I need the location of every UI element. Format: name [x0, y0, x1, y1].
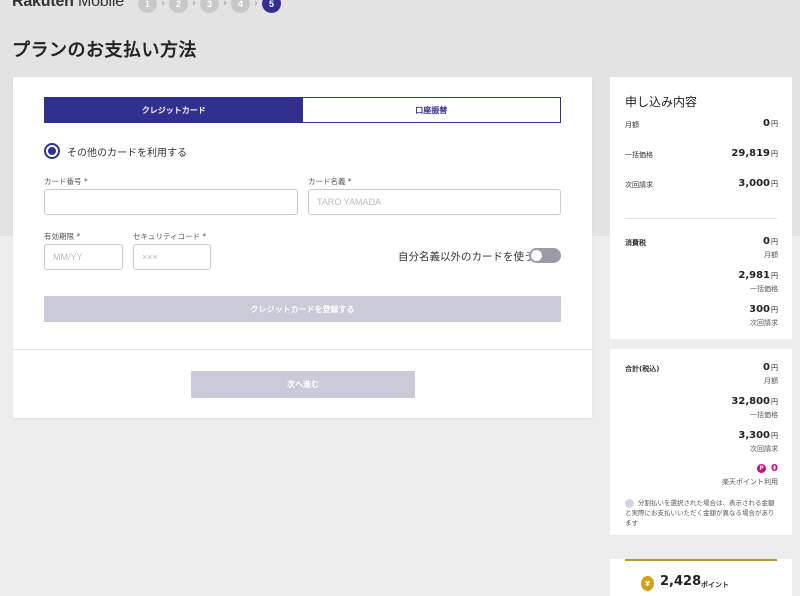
radio-button-selected[interactable] [44, 143, 60, 159]
other-card-option[interactable]: その他のカードを利用する [44, 143, 187, 159]
other-owner-card-toggle[interactable] [529, 248, 561, 263]
tax-lump-sum-caption: 一括価格 [750, 285, 778, 293]
divider [13, 349, 592, 350]
security-code-input[interactable]: ××× [133, 244, 211, 270]
rakuten-point-icon: P [757, 463, 767, 473]
step-separator: › [192, 0, 196, 9]
step-3: 3 [200, 0, 219, 13]
tax-monthly-value: 0円 [763, 236, 778, 247]
tax-lump-sum-value: 2,981円 [738, 270, 778, 281]
brand-logo[interactable]: Rakuten Mobile [12, 0, 124, 11]
card-number-input[interactable] [44, 189, 298, 215]
total-next-bill-caption: 次回請求 [750, 445, 778, 453]
next-bill-value: 3,000円 [738, 178, 778, 189]
monthly-label: 月額 [625, 121, 639, 129]
page-title: プランのお支払い方法 [12, 40, 197, 61]
card-number-label: カード番号 * [44, 177, 88, 186]
order-summary-panel: 申し込み内容 月額 0円 一括価格 29,819円 次回請求 3,000円 消費… [610, 77, 792, 596]
progress-steps: 1 › 2 › 3 › 4 › 5 [138, 0, 281, 13]
tax-monthly-caption: 月額 [764, 251, 778, 259]
earned-points-unit: ポイント [701, 581, 729, 589]
tax-label: 消費税 [625, 239, 646, 247]
points-used-value: P0 [757, 463, 778, 474]
step-separator: › [254, 0, 258, 9]
card-name-label: カード名義 * [308, 177, 352, 186]
points-used-caption: 楽天ポイント利用 [722, 478, 778, 486]
register-card-button[interactable]: クレジットカードを登録する [44, 296, 561, 322]
tab-credit-card[interactable]: クレジットカード [45, 98, 303, 122]
other-owner-card-label: 自分名義以外のカードを使う [398, 251, 535, 263]
lump-sum-label: 一括価格 [625, 151, 653, 159]
monthly-value: 0円 [763, 118, 778, 129]
info-icon [625, 498, 634, 508]
divider [625, 218, 777, 219]
earned-points-value: 2,428 [660, 574, 702, 589]
payment-form-card: クレジットカード 口座振替 その他のカードを利用する カード番号 * カード名義… [13, 77, 592, 418]
step-separator: › [161, 0, 165, 9]
lump-sum-value: 29,819円 [731, 148, 778, 159]
summary-title: 申し込み内容 [625, 95, 698, 109]
section-gap [610, 339, 792, 349]
total-next-bill-value: 3,300円 [738, 430, 778, 441]
card-name-input[interactable]: TARO YAMADA [308, 189, 561, 215]
step-4: 4 [231, 0, 250, 13]
next-bill-label: 次回請求 [625, 181, 653, 189]
total-monthly-caption: 月額 [764, 377, 778, 385]
other-card-label: その他のカードを利用する [67, 147, 187, 159]
total-label: 合計(税込) [625, 365, 660, 373]
payment-method-tabs: クレジットカード 口座振替 [44, 97, 561, 123]
expiry-input[interactable]: MM/YY [44, 244, 123, 270]
next-button[interactable]: 次へ進む [191, 371, 415, 398]
installment-note: 分割払いを選択された場合は、表示される金額と実際にお支払いいただく金額が異なる場… [625, 498, 775, 527]
total-lump-sum-caption: 一括価格 [750, 411, 778, 419]
tax-next-bill-caption: 次回請求 [750, 319, 778, 327]
step-2: 2 [169, 0, 188, 13]
step-1: 1 [138, 0, 157, 13]
step-5-current: 5 [262, 0, 281, 13]
coin-icon: ¥ [641, 576, 654, 591]
earned-points-box: ¥ 2,428 ポイント [625, 559, 777, 596]
step-separator: › [223, 0, 227, 9]
expiry-label: 有効期限 * [44, 232, 81, 241]
total-monthly-value: 0円 [763, 362, 778, 373]
tab-bank-transfer[interactable]: 口座振替 [302, 98, 560, 122]
tax-next-bill-value: 300円 [749, 304, 778, 315]
security-code-label: セキュリティコード * [133, 232, 207, 241]
total-lump-sum-value: 32,800円 [731, 396, 778, 407]
section-gap [610, 535, 792, 559]
